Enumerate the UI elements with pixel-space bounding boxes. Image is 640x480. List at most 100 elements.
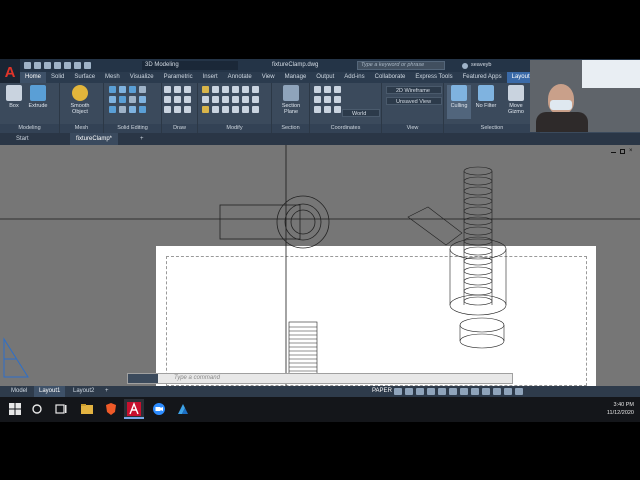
imprint-icon[interactable]: [129, 96, 136, 103]
polygon-icon[interactable]: [184, 96, 191, 103]
ucs-object-icon[interactable]: [324, 96, 331, 103]
tab-visualize[interactable]: Visualize: [125, 72, 159, 83]
minimize-icon[interactable]: [611, 152, 616, 153]
azure-icon[interactable]: [176, 402, 190, 416]
hatch-icon[interactable]: [184, 106, 191, 113]
ucs-dropdown[interactable]: World: [342, 109, 380, 117]
ucs-origin-icon[interactable]: [314, 106, 321, 113]
move-gizmo-button[interactable]: Move Gizmo: [504, 85, 528, 115]
taper-faces-icon[interactable]: [129, 106, 136, 113]
windows-start-icon[interactable]: [8, 402, 22, 416]
rotate-icon[interactable]: [232, 86, 239, 93]
tab-output[interactable]: Output: [311, 72, 339, 83]
tab-layout1[interactable]: Layout1: [34, 386, 66, 397]
polar-icon[interactable]: [427, 388, 435, 395]
trim-icon[interactable]: [202, 96, 209, 103]
tab-start[interactable]: Start: [10, 133, 35, 145]
intersect-icon[interactable]: [129, 86, 136, 93]
tab-insert[interactable]: Insert: [198, 72, 223, 83]
space-indicator[interactable]: PAPER: [372, 386, 392, 397]
tab-view[interactable]: View: [257, 72, 280, 83]
tab-solid[interactable]: Solid: [46, 72, 69, 83]
tab-layout2[interactable]: Layout2: [68, 386, 99, 397]
search-input[interactable]: Type a keyword or phrase: [357, 61, 445, 70]
system-clock[interactable]: 3:40 PM 11/12/2020: [607, 401, 634, 417]
zoom-icon[interactable]: [152, 402, 166, 416]
fillet-icon[interactable]: [212, 96, 219, 103]
task-view-icon[interactable]: [54, 402, 68, 416]
command-line[interactable]: Type a command: [127, 373, 513, 384]
3d-rotate-icon[interactable]: [212, 106, 219, 113]
tab-add-ins[interactable]: Add-ins: [339, 72, 369, 83]
file-explorer-icon[interactable]: [80, 402, 94, 416]
ortho-icon[interactable]: [416, 388, 424, 395]
slice-icon[interactable]: [109, 96, 116, 103]
smooth-object-button[interactable]: Smooth Object: [68, 85, 92, 115]
autocad-logo[interactable]: A: [0, 59, 20, 85]
new-icon[interactable]: [24, 62, 31, 69]
ucs-zaxis-icon[interactable]: [324, 106, 331, 113]
search-icon[interactable]: [30, 402, 44, 416]
undo-icon[interactable]: [74, 62, 81, 69]
rectangle-icon[interactable]: [174, 96, 181, 103]
transparency-icon[interactable]: [471, 388, 479, 395]
otrack-icon[interactable]: [449, 388, 457, 395]
brave-browser-icon[interactable]: [104, 402, 118, 416]
tab-surface[interactable]: Surface: [69, 72, 100, 83]
ucs-view-icon[interactable]: [334, 96, 341, 103]
separate-icon[interactable]: [139, 96, 146, 103]
array-icon[interactable]: [222, 96, 229, 103]
grid-icon[interactable]: [394, 388, 402, 395]
3d-scale-icon[interactable]: [252, 106, 259, 113]
tab-annotate[interactable]: Annotate: [223, 72, 257, 83]
restore-icon[interactable]: [620, 149, 625, 154]
selection-cycling-icon[interactable]: [482, 388, 490, 395]
section-plane-button[interactable]: Section Plane: [279, 85, 303, 115]
tab-parametric[interactable]: Parametric: [159, 72, 198, 83]
union-icon[interactable]: [109, 86, 116, 93]
open-icon[interactable]: [34, 62, 41, 69]
osnap-icon[interactable]: [438, 388, 446, 395]
line-icon[interactable]: [164, 86, 171, 93]
copy-icon[interactable]: [212, 86, 219, 93]
tab-mesh[interactable]: Mesh: [100, 72, 125, 83]
customize-icon[interactable]: [515, 388, 523, 395]
save-as-icon[interactable]: [54, 62, 61, 69]
add-layout-button[interactable]: +: [100, 386, 114, 397]
move-icon[interactable]: [202, 86, 209, 93]
extract-edges-icon[interactable]: [109, 106, 116, 113]
scale-icon[interactable]: [252, 86, 259, 93]
ucs-world-icon[interactable]: [324, 86, 331, 93]
autocad-taskbar-button[interactable]: [124, 399, 144, 419]
box-button[interactable]: Box: [2, 85, 26, 109]
named-view-dropdown[interactable]: Unsaved View: [386, 97, 442, 105]
3d-array-icon[interactable]: [242, 106, 249, 113]
offset-edges-icon[interactable]: [119, 106, 126, 113]
spline-icon[interactable]: [174, 106, 181, 113]
annotation-scale-icon[interactable]: [493, 388, 501, 395]
ucs-3point-icon[interactable]: [334, 106, 341, 113]
ucs-previous-icon[interactable]: [334, 86, 341, 93]
ucs-icon[interactable]: [314, 86, 321, 93]
tab-featured-apps[interactable]: Featured Apps: [458, 72, 507, 83]
extrude-faces-icon[interactable]: [139, 106, 146, 113]
explode-icon[interactable]: [242, 96, 249, 103]
mirror-icon[interactable]: [242, 86, 249, 93]
new-tab-button[interactable]: +: [134, 133, 150, 145]
tab-home[interactable]: Home: [20, 72, 47, 83]
plot-icon[interactable]: [64, 62, 71, 69]
no-filter-button[interactable]: No Filter: [474, 85, 498, 109]
workspace-switch-icon[interactable]: [504, 388, 512, 395]
circle-icon[interactable]: [184, 86, 191, 93]
subtract-icon[interactable]: [119, 86, 126, 93]
drawing-canvas[interactable]: × Type a command: [0, 145, 640, 386]
3d-align-icon[interactable]: [222, 106, 229, 113]
save-icon[interactable]: [44, 62, 51, 69]
lineweight-icon[interactable]: [460, 388, 468, 395]
user-account[interactable]: seaveyb: [462, 61, 492, 70]
offset-icon[interactable]: [232, 96, 239, 103]
tab-fixture-clamp[interactable]: fixtureClamp*: [70, 133, 119, 145]
visual-style-dropdown[interactable]: 2D Wireframe: [386, 86, 442, 94]
fillet-edge-icon[interactable]: [139, 86, 146, 93]
arc-icon[interactable]: [164, 96, 171, 103]
